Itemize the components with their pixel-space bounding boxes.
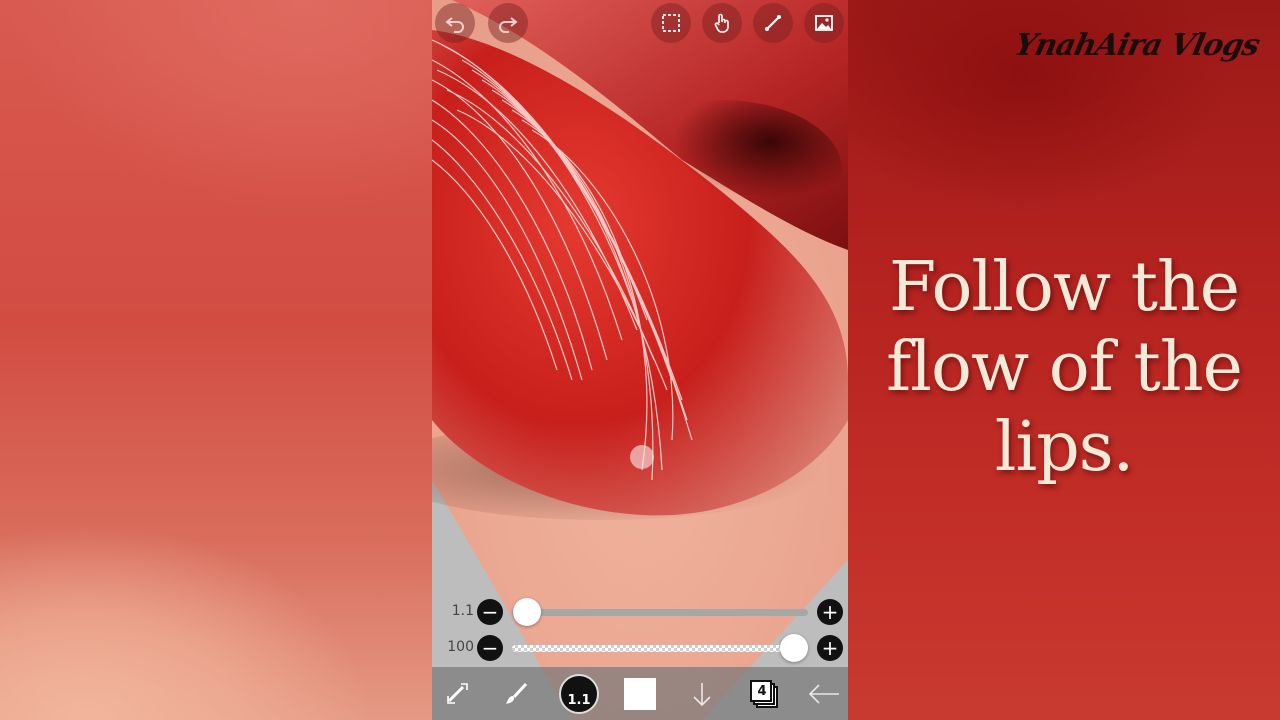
app-screen: 1.1 − + 100 − + 1.1 4 bbox=[432, 0, 848, 720]
ruler-icon bbox=[765, 15, 781, 31]
brush-size-decrease-button[interactable]: − bbox=[477, 599, 503, 625]
brush-size-button[interactable]: 1.1 bbox=[558, 667, 600, 720]
redo-button[interactable] bbox=[488, 3, 528, 43]
brush-size-slider-row: 1.1 − + bbox=[432, 597, 848, 627]
ruler-tool-button[interactable] bbox=[753, 3, 793, 43]
image-tool-button[interactable] bbox=[804, 3, 844, 43]
selection-icon bbox=[662, 14, 680, 32]
undo-button[interactable] bbox=[435, 3, 475, 43]
layers-icon: 4 bbox=[749, 679, 779, 709]
caption-line: Follow the bbox=[888, 248, 1240, 327]
instruction-caption: Follow the flow of the lips. bbox=[880, 248, 1248, 488]
brush-size-thumb[interactable] bbox=[512, 598, 541, 626]
opacity-increase-button[interactable]: + bbox=[817, 635, 843, 661]
layer-count: 4 bbox=[757, 683, 767, 699]
bottom-toolbar: 1.1 4 bbox=[432, 667, 848, 720]
redo-arrow-icon bbox=[499, 17, 518, 33]
hand-tool-button[interactable] bbox=[702, 3, 742, 43]
caption-line: lips. bbox=[994, 408, 1135, 487]
transform-icon bbox=[447, 682, 468, 704]
layers-button[interactable]: 4 bbox=[744, 667, 784, 720]
opacity-decrease-button[interactable]: − bbox=[477, 635, 503, 661]
brush-size-indicator: 1.1 bbox=[559, 673, 599, 714]
brush-icon bbox=[506, 682, 528, 704]
opacity-track[interactable] bbox=[512, 645, 808, 652]
opacity-value: 100 bbox=[447, 639, 474, 655]
hand-icon bbox=[714, 13, 729, 33]
image-icon bbox=[815, 15, 833, 31]
plus-icon: + bbox=[821, 636, 839, 660]
blurred-background-left bbox=[0, 0, 432, 720]
minus-icon: − bbox=[481, 600, 499, 624]
brush-size-increase-button[interactable]: + bbox=[817, 599, 843, 625]
selection-tool-button[interactable] bbox=[651, 3, 691, 43]
caption-line: flow of the bbox=[886, 328, 1243, 407]
plus-icon: + bbox=[821, 600, 839, 624]
brush-size-value: 1.1 bbox=[451, 603, 474, 619]
current-color-swatch bbox=[624, 677, 656, 710]
download-button[interactable] bbox=[682, 667, 722, 720]
undo-arrow-icon bbox=[445, 17, 464, 33]
color-button[interactable] bbox=[620, 667, 660, 720]
minus-icon: − bbox=[481, 636, 499, 660]
back-arrow-icon bbox=[808, 683, 839, 704]
channel-watermark: YnahAira Vlogs bbox=[1010, 28, 1262, 63]
transform-button[interactable] bbox=[438, 667, 478, 720]
opacity-thumb[interactable] bbox=[780, 634, 808, 662]
opacity-slider-row: 100 − + bbox=[432, 633, 848, 663]
down-arrow-icon bbox=[693, 682, 711, 706]
brush-size-track[interactable] bbox=[512, 609, 808, 616]
brush-tool-button[interactable] bbox=[496, 667, 536, 720]
back-button[interactable] bbox=[804, 667, 844, 720]
